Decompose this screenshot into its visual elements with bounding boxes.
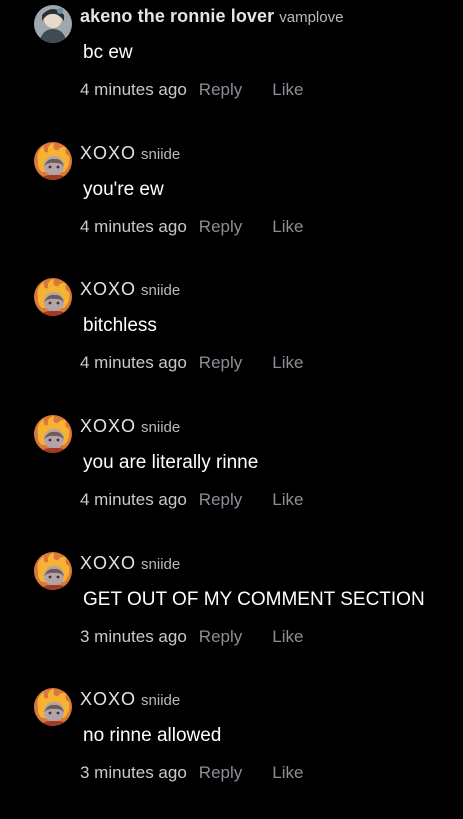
reply-button[interactable]: Reply [199, 763, 242, 782]
comment-item: XOXO sniide GET OUT OF MY COMMENT SECTION… [0, 547, 463, 683]
like-button[interactable]: Like [272, 627, 303, 646]
reply-button[interactable]: Reply [199, 353, 242, 372]
like-button[interactable]: Like [272, 353, 303, 372]
comment-meta: 3 minutes ago Reply Like [80, 763, 303, 783]
like-button[interactable]: Like [272, 217, 303, 236]
reply-button[interactable]: Reply [199, 627, 242, 646]
fire-avatar-icon [34, 278, 72, 316]
fire-avatar-icon [34, 552, 72, 590]
comment-text: GET OUT OF MY COMMENT SECTION [83, 589, 425, 610]
display-name[interactable]: XOXO [80, 279, 136, 299]
comment-item: akeno the ronnie lover vamplove bc ew 4 m… [0, 0, 463, 136]
comment-text: bc ew [83, 42, 133, 63]
comment-meta: 4 minutes ago Reply Like [80, 217, 303, 237]
reply-button[interactable]: Reply [199, 80, 242, 99]
username[interactable]: sniide [141, 282, 180, 299]
comment-text: you are literally rinne [83, 452, 259, 473]
user-avatar[interactable] [34, 415, 72, 453]
fire-avatar-icon [34, 688, 72, 726]
comment-header: XOXO sniide [80, 279, 180, 300]
username[interactable]: vamplove [279, 9, 343, 26]
like-button[interactable]: Like [272, 80, 303, 99]
display-name[interactable]: XOXO [80, 416, 136, 436]
comment-text: bitchless [83, 315, 157, 336]
like-button[interactable]: Like [272, 763, 303, 782]
comment-header: XOXO sniide [80, 689, 180, 710]
comment-meta: 4 minutes ago Reply Like [80, 353, 303, 373]
display-name[interactable]: XOXO [80, 143, 136, 163]
reply-button[interactable]: Reply [199, 217, 242, 236]
reply-button[interactable]: Reply [199, 490, 242, 509]
comment-header: XOXO sniide [80, 416, 180, 437]
comment-item: XOXO sniide bitchless 4 minutes ago Reply L… [0, 273, 463, 409]
comment-item: XOXO sniide you're ew 4 minutes ago Reply L… [0, 137, 463, 273]
username[interactable]: sniide [141, 146, 180, 163]
like-button[interactable]: Like [272, 490, 303, 509]
username[interactable]: sniide [141, 556, 180, 573]
timestamp: 4 minutes ago [80, 353, 187, 372]
user-avatar[interactable] [34, 552, 72, 590]
comment-text: you're ew [83, 179, 164, 200]
comment-header: akeno the ronnie lover vamplove [80, 6, 343, 27]
comment-text: no rinne allowed [83, 725, 222, 746]
timestamp: 4 minutes ago [80, 490, 187, 509]
akeno-avatar-icon [34, 5, 72, 43]
user-avatar[interactable] [34, 5, 72, 43]
user-avatar[interactable] [34, 142, 72, 180]
timestamp: 3 minutes ago [80, 627, 187, 646]
comment-header: XOXO sniide [80, 553, 180, 574]
timestamp: 4 minutes ago [80, 80, 187, 99]
timestamp: 4 minutes ago [80, 217, 187, 236]
comment-meta: 4 minutes ago Reply Like [80, 490, 303, 510]
username[interactable]: sniide [141, 692, 180, 709]
comment-item: XOXO sniide no rinne allowed 3 minutes ag… [0, 683, 463, 819]
display-name[interactable]: XOXO [80, 553, 136, 573]
user-avatar[interactable] [34, 688, 72, 726]
user-avatar[interactable] [34, 278, 72, 316]
comment-meta: 3 minutes ago Reply Like [80, 627, 303, 647]
comment-meta: 4 minutes ago Reply Like [80, 80, 303, 100]
timestamp: 3 minutes ago [80, 763, 187, 782]
fire-avatar-icon [34, 415, 72, 453]
comment-item: XOXO sniide you are literally rinne 4 min… [0, 410, 463, 546]
display-name[interactable]: akeno the ronnie lover [80, 6, 274, 26]
username[interactable]: sniide [141, 419, 180, 436]
comment-header: XOXO sniide [80, 143, 180, 164]
display-name[interactable]: XOXO [80, 689, 136, 709]
fire-avatar-icon [34, 142, 72, 180]
